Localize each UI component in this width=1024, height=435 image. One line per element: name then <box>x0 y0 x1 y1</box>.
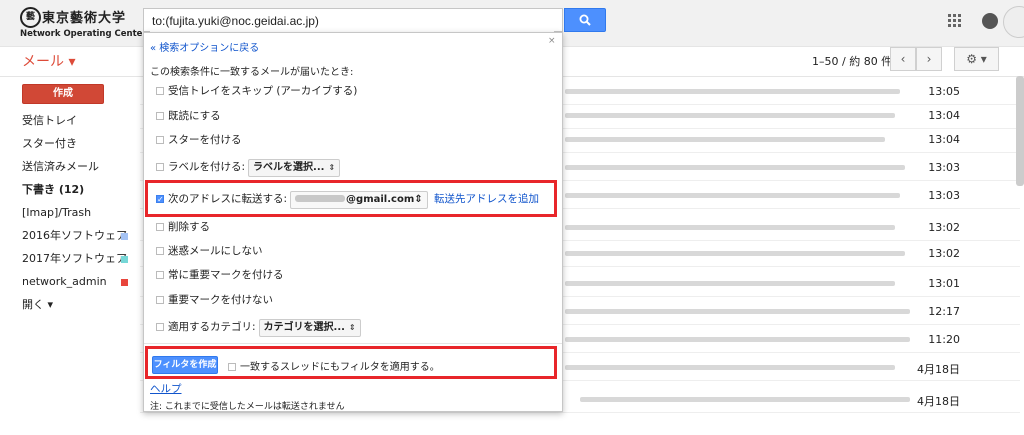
option-mark-read[interactable]: 既読にする <box>156 108 221 124</box>
label-color-swatch <box>121 279 128 286</box>
filter-criteria-heading: この検索条件に一致するメールが届いたとき: <box>150 67 354 78</box>
forwarding-note: 注: これまでに受信したメールは転送されません <box>150 402 345 412</box>
logo-text-jp: 東京藝術大学 <box>42 11 127 26</box>
mail-switcher[interactable]: メール ▾ <box>22 51 75 71</box>
logo[interactable]: 藝 東京藝術大学 Network Operating Center <box>20 7 147 39</box>
next-page-button[interactable]: › <box>916 47 942 71</box>
sidebar-item-inbox[interactable]: 受信トレイ <box>22 113 137 129</box>
apps-grid-icon[interactable] <box>948 14 962 28</box>
checkbox[interactable] <box>156 223 164 231</box>
mail-time: 13:04 <box>928 133 960 146</box>
search-input[interactable] <box>150 10 554 32</box>
redacted-text <box>565 225 895 230</box>
category-select[interactable]: カテゴリを選択... ⇕ <box>258 319 361 337</box>
logo-text-en: Network Operating Center <box>20 29 147 39</box>
mail-time: 4月18日 <box>917 363 960 376</box>
redacted-text <box>565 89 900 94</box>
redacted-text <box>565 309 910 314</box>
option-skip-inbox[interactable]: 受信トレイをスキップ (アーカイブする) <box>156 83 357 99</box>
redacted-text <box>565 337 910 342</box>
option-always-important[interactable]: 常に重要マークを付ける <box>156 267 284 283</box>
mail-time: 4月18日 <box>917 395 960 408</box>
mail-time: 12:17 <box>928 305 960 318</box>
sidebar-item-drafts[interactable]: 下書き (12) <box>22 182 137 198</box>
redacted-text <box>565 137 885 142</box>
scrollbar[interactable] <box>1016 76 1024 186</box>
redacted-text <box>565 281 895 286</box>
search-box[interactable] <box>143 8 563 32</box>
search-icon <box>579 14 591 26</box>
mail-time: 13:03 <box>928 189 960 202</box>
redacted-text <box>565 365 895 370</box>
option-apply-label[interactable]: ラベルを付ける: ラベルを選択... ⇕ <box>156 159 341 177</box>
mail-time: 13:02 <box>928 247 960 260</box>
mail-time: 13:03 <box>928 161 960 174</box>
mail-time: 13:04 <box>928 109 960 122</box>
option-star[interactable]: スターを付ける <box>156 132 242 148</box>
mail-time: 13:01 <box>928 277 960 290</box>
help-link[interactable]: ヘルプ <box>150 381 182 396</box>
close-icon[interactable]: × <box>548 36 556 46</box>
search-button[interactable] <box>564 8 606 32</box>
sidebar-item-sent[interactable]: 送信済みメール <box>22 159 137 175</box>
checkbox[interactable] <box>156 87 164 95</box>
sidebar-item-network-admin[interactable]: network_admin <box>22 274 137 290</box>
compose-button[interactable]: 作成 <box>22 84 104 104</box>
redacted-text <box>580 397 910 402</box>
sidebar-item-trash[interactable]: [Imap]/Trash <box>22 205 137 221</box>
logo-seal-icon: 藝 <box>20 7 41 28</box>
select-arrows-icon: ⇕ <box>348 323 356 332</box>
highlight-create-filter <box>145 346 557 379</box>
checkbox[interactable] <box>156 271 164 279</box>
redacted-text <box>565 165 905 170</box>
checkbox[interactable] <box>156 163 164 171</box>
sidebar-item-2016-software[interactable]: 2016年ソフトウェア <box>22 228 137 244</box>
sidebar-item-starred[interactable]: スター付き <box>22 136 137 152</box>
option-delete[interactable]: 削除する <box>156 219 210 235</box>
label-color-swatch <box>121 256 128 263</box>
redacted-text <box>565 113 895 118</box>
checkbox[interactable] <box>156 247 164 255</box>
notifications-icon[interactable] <box>982 13 998 29</box>
select-arrows-icon: ⇕ <box>328 163 336 172</box>
option-category[interactable]: 適用するカテゴリ: カテゴリを選択... ⇕ <box>156 319 361 337</box>
option-never-important[interactable]: 重要マークを付けない <box>156 292 273 308</box>
label-color-swatch <box>121 233 128 240</box>
mail-time: 13:02 <box>928 221 960 234</box>
settings-gear-button[interactable]: ⚙ ▾ <box>954 47 999 71</box>
mail-time: 13:05 <box>928 85 960 98</box>
checkbox[interactable] <box>156 296 164 304</box>
label-select[interactable]: ラベルを選択... ⇕ <box>248 159 341 177</box>
checkbox[interactable] <box>156 112 164 120</box>
sidebar-item-more[interactable]: 開く ▾ <box>22 297 137 313</box>
divider <box>144 343 562 344</box>
checkbox[interactable] <box>156 323 164 331</box>
redacted-text <box>565 193 900 198</box>
mail-time: 11:20 <box>928 333 960 346</box>
checkbox[interactable] <box>156 136 164 144</box>
option-never-spam[interactable]: 迷惑メールにしない <box>156 243 263 259</box>
highlight-forward-option <box>145 180 557 217</box>
avatar[interactable] <box>1003 6 1024 38</box>
prev-page-button[interactable]: ‹ <box>890 47 916 71</box>
redacted-text <box>565 251 905 256</box>
sidebar-item-2017-software[interactable]: 2017年ソフトウェア <box>22 251 137 267</box>
pager-count: 1–50 / 約 80 件 <box>812 55 893 68</box>
back-to-search-options-link[interactable]: « 検索オプションに戻る <box>150 39 259 54</box>
